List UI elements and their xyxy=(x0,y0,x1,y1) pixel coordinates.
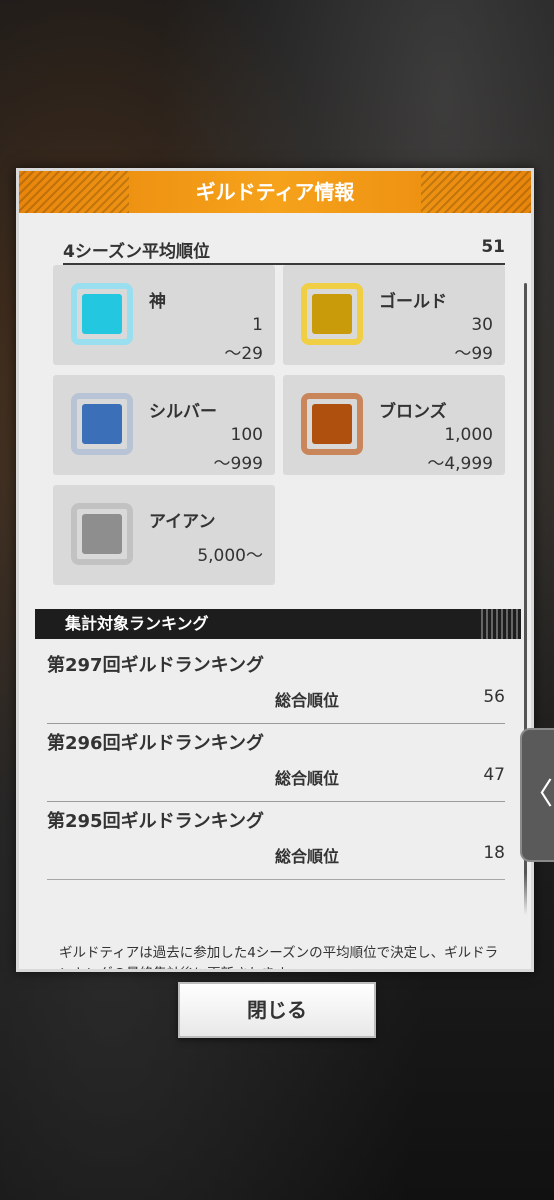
tier-range-from: 1,000 xyxy=(444,425,493,445)
overall-rank-value: 47 xyxy=(483,765,505,785)
dialog-title: ギルドティア情報 xyxy=(195,180,355,204)
tier-range-from: 5,000〜 xyxy=(197,546,263,566)
header-pattern-right xyxy=(421,171,531,213)
overall-rank-label: 総合順位 xyxy=(275,691,340,710)
section-header-rankings: 集計対象ランキング xyxy=(35,609,521,639)
dialog-header: ギルドティア情報 xyxy=(19,171,531,213)
tier-range-to: 〜99 xyxy=(454,344,493,364)
guild-tier-dialog: ギルドティア情報 4シーズン平均順位 51 神 1 〜29 ゴールド 30 〜9… xyxy=(16,168,534,972)
side-panel-tab[interactable]: 〈 xyxy=(520,728,554,862)
tier-range-to: 〜29 xyxy=(224,344,263,364)
ranking-title: 第295回ギルドランキング xyxy=(47,811,265,832)
section-title: 集計対象ランキング xyxy=(65,614,209,633)
average-rank-label: 4シーズン平均順位 xyxy=(63,242,210,262)
tier-range-from: 100 xyxy=(230,425,263,445)
dragon-frame-icon xyxy=(297,279,367,349)
ranking-row: 第296回ギルドランキング 総合順位 47 xyxy=(47,725,505,802)
tier-range-to: 〜999 xyxy=(213,454,263,474)
tier-range-to: 〜4,999 xyxy=(427,454,493,474)
tier-name: ブロンズ xyxy=(379,402,447,422)
tier-card-silver: シルバー 100 〜999 xyxy=(53,375,275,475)
overall-rank-value: 18 xyxy=(483,843,505,863)
tier-name: アイアン xyxy=(149,512,216,532)
scroll-fade xyxy=(19,873,531,943)
tier-name: ゴールド xyxy=(379,292,447,312)
average-rank-value: 51 xyxy=(481,237,505,257)
chevron-left-icon: 〈 xyxy=(523,777,553,812)
tier-range-from: 1 xyxy=(252,315,263,335)
dragon-frame-icon xyxy=(67,499,137,569)
tier-name: シルバー xyxy=(149,402,217,422)
dragon-frame-icon xyxy=(297,389,367,459)
tier-card-iron: アイアン 5,000〜 xyxy=(53,485,275,585)
ranking-title: 第296回ギルドランキング xyxy=(47,733,265,754)
overall-rank-value: 56 xyxy=(483,687,505,707)
tier-name: 神 xyxy=(149,292,166,312)
ranking-row: 第295回ギルドランキング 総合順位 18 xyxy=(47,803,505,880)
header-pattern-left xyxy=(19,171,129,213)
tier-range-from: 30 xyxy=(471,315,493,335)
average-rank-row: 4シーズン平均順位 51 xyxy=(63,233,505,265)
tier-card-bronze: ブロンズ 1,000 〜4,999 xyxy=(283,375,505,475)
close-button[interactable]: 閉じる xyxy=(178,982,376,1038)
overall-rank-label: 総合順位 xyxy=(275,769,340,788)
dialog-content[interactable]: 4シーズン平均順位 51 神 1 〜29 ゴールド 30 〜99 シルバー 10… xyxy=(19,213,531,969)
tier-description: ギルドティアは過去に参加した4シーズンの平均順位で決定し、ギルドランキングの最終… xyxy=(59,945,499,969)
ranking-title: 第297回ギルドランキング xyxy=(47,655,265,676)
dragon-frame-icon xyxy=(67,279,137,349)
tier-card-gold: ゴールド 30 〜99 xyxy=(283,265,505,365)
overall-rank-label: 総合順位 xyxy=(275,847,340,866)
ranking-row: 第297回ギルドランキング 総合順位 56 xyxy=(47,647,505,724)
header-dot-pattern xyxy=(481,609,521,639)
tier-card-god: 神 1 〜29 xyxy=(53,265,275,365)
dragon-frame-icon xyxy=(67,389,137,459)
